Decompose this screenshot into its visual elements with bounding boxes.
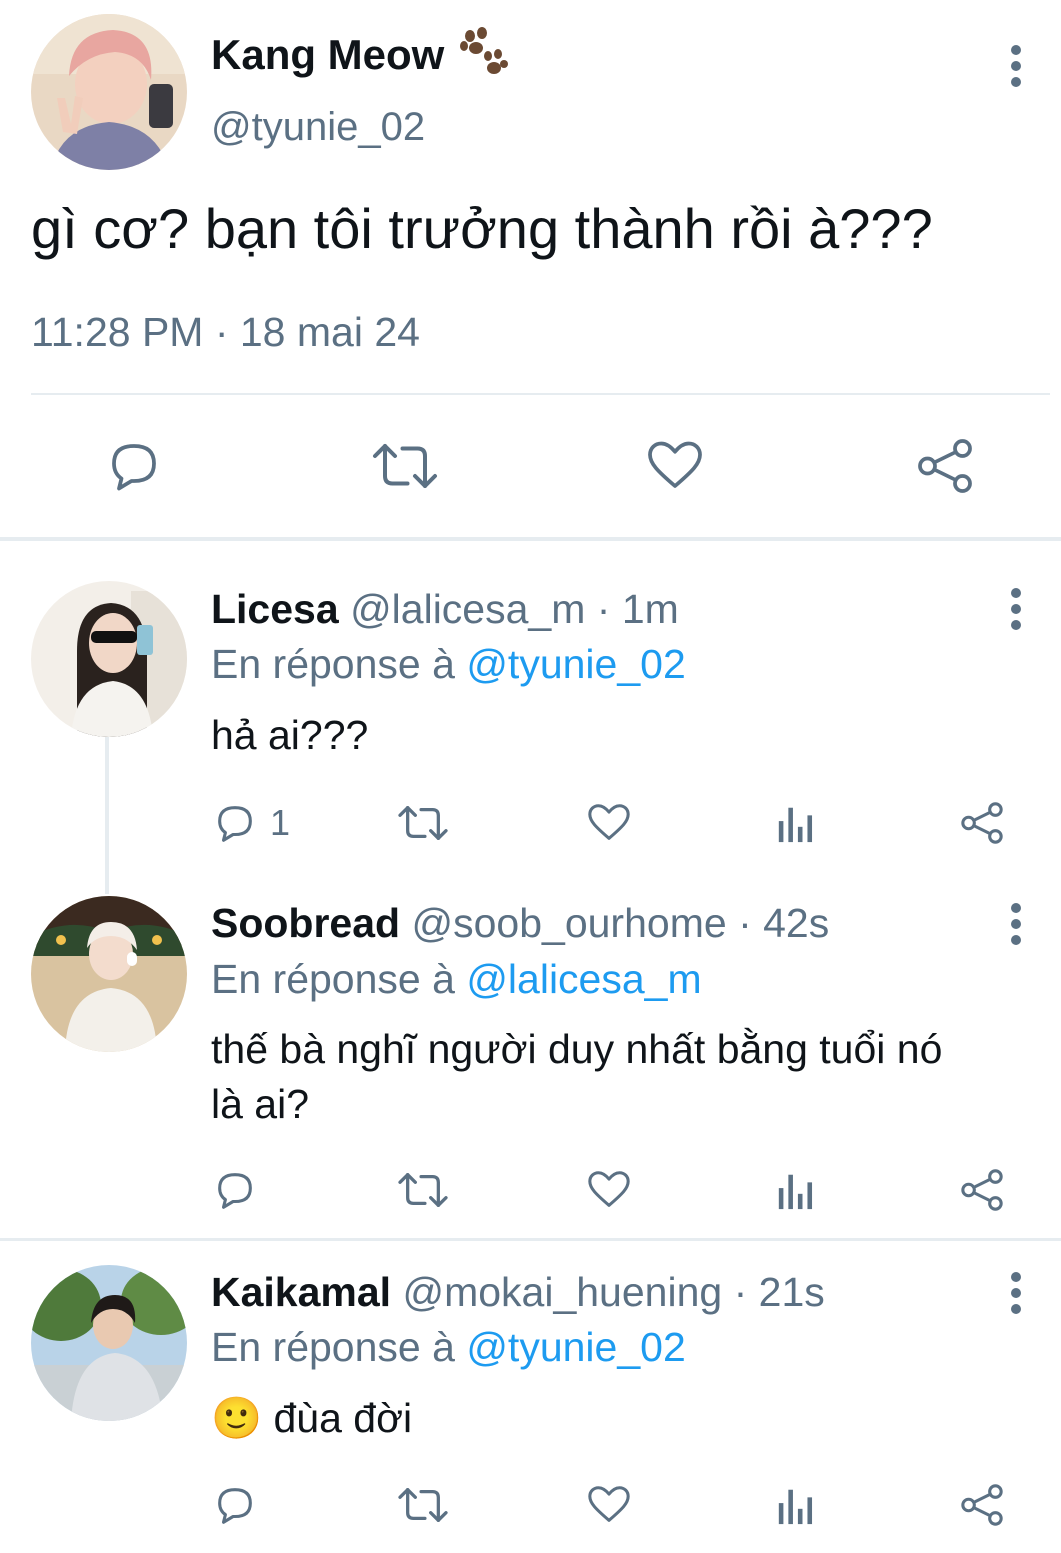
timestamp[interactable]: 11:28 PM · 18 mai 24 <box>31 308 420 356</box>
retweet-icon[interactable] <box>396 1167 450 1213</box>
reply-count: 1 <box>270 802 291 843</box>
thread-line <box>105 736 109 894</box>
display-name[interactable]: Soobread <box>211 900 400 946</box>
reply-to-handle[interactable]: @lalicesa_m <box>466 956 701 1002</box>
share-icon[interactable] <box>958 1167 1006 1213</box>
reply-text-body: đùa đời <box>273 1395 413 1441</box>
share-icon[interactable] <box>914 436 976 496</box>
like-icon[interactable] <box>585 1482 633 1528</box>
like-icon[interactable] <box>644 436 706 496</box>
share-icon[interactable] <box>958 1482 1006 1528</box>
tweet-text: gì cơ? bạn tôi trưởng thành rồi à??? <box>31 197 933 260</box>
reply-text: 🙂 đùa đời <box>211 1394 412 1442</box>
reply-prefix: En réponse à <box>211 641 455 687</box>
reply-header: Kaikamal @mokai_huening · 21s <box>211 1268 825 1316</box>
display-name[interactable]: Kaikamal <box>211 1269 391 1315</box>
more-options-icon[interactable] <box>1004 1271 1028 1315</box>
reply-text-line: thế bà nghĩ người duy nhất bằng tuổi nó <box>211 1026 943 1072</box>
analytics-icon[interactable] <box>776 802 816 844</box>
reply-to-handle[interactable]: @tyunie_02 <box>466 641 685 687</box>
reply-icon[interactable] <box>104 436 164 496</box>
reply-time: · 42s <box>738 900 830 946</box>
reply-header: Soobread @soob_ourhome · 42s <box>211 899 829 947</box>
reply-header: Licesa @lalicesa_m · 1m <box>211 585 679 633</box>
reply-to-handle[interactable]: @tyunie_02 <box>466 1324 685 1370</box>
analytics-icon[interactable] <box>776 1169 816 1211</box>
reply-context: En réponse à @tyunie_02 <box>211 1323 686 1371</box>
reply-time: · 21s <box>733 1269 825 1315</box>
reply-text: hả ai??? <box>211 712 369 758</box>
like-icon[interactable] <box>585 800 633 846</box>
share-icon[interactable] <box>958 800 1006 846</box>
more-options-icon[interactable] <box>1004 902 1028 946</box>
section-divider <box>0 1238 1061 1241</box>
more-options-icon[interactable] <box>1004 44 1028 88</box>
reply-time: · 1m <box>596 586 679 632</box>
divider <box>31 393 1050 395</box>
avatar[interactable] <box>31 896 187 1052</box>
retweet-icon[interactable] <box>396 800 450 846</box>
reply-icon[interactable] <box>212 800 258 846</box>
reply-icon[interactable] <box>212 1167 258 1213</box>
reply-text-line: là ai? <box>211 1081 310 1127</box>
retweet-icon[interactable] <box>370 436 440 496</box>
display-name[interactable]: Licesa <box>211 586 339 632</box>
display-name[interactable]: Kang Meow <box>211 31 444 79</box>
avatar[interactable] <box>31 1265 187 1421</box>
analytics-icon[interactable] <box>776 1484 816 1526</box>
retweet-icon[interactable] <box>396 1482 450 1528</box>
reply-context: En réponse à @tyunie_02 <box>211 640 686 688</box>
handle[interactable]: @mokai_huening <box>402 1269 722 1315</box>
like-icon[interactable] <box>585 1167 633 1213</box>
avatar[interactable] <box>31 14 187 170</box>
more-options-icon[interactable] <box>1004 587 1028 631</box>
section-divider <box>0 537 1061 541</box>
reply-prefix: En réponse à <box>211 1324 455 1370</box>
reply-prefix: En réponse à <box>211 956 455 1002</box>
avatar[interactable] <box>31 581 187 737</box>
reply-context: En réponse à @lalicesa_m <box>211 955 702 1003</box>
paw-icon <box>454 26 508 78</box>
handle[interactable]: @tyunie_02 <box>211 104 425 150</box>
smiley-emoji: 🙂 <box>211 1395 263 1441</box>
handle[interactable]: @soob_ourhome <box>412 900 727 946</box>
reply-icon[interactable] <box>212 1482 258 1528</box>
handle[interactable]: @lalicesa_m <box>350 586 585 632</box>
